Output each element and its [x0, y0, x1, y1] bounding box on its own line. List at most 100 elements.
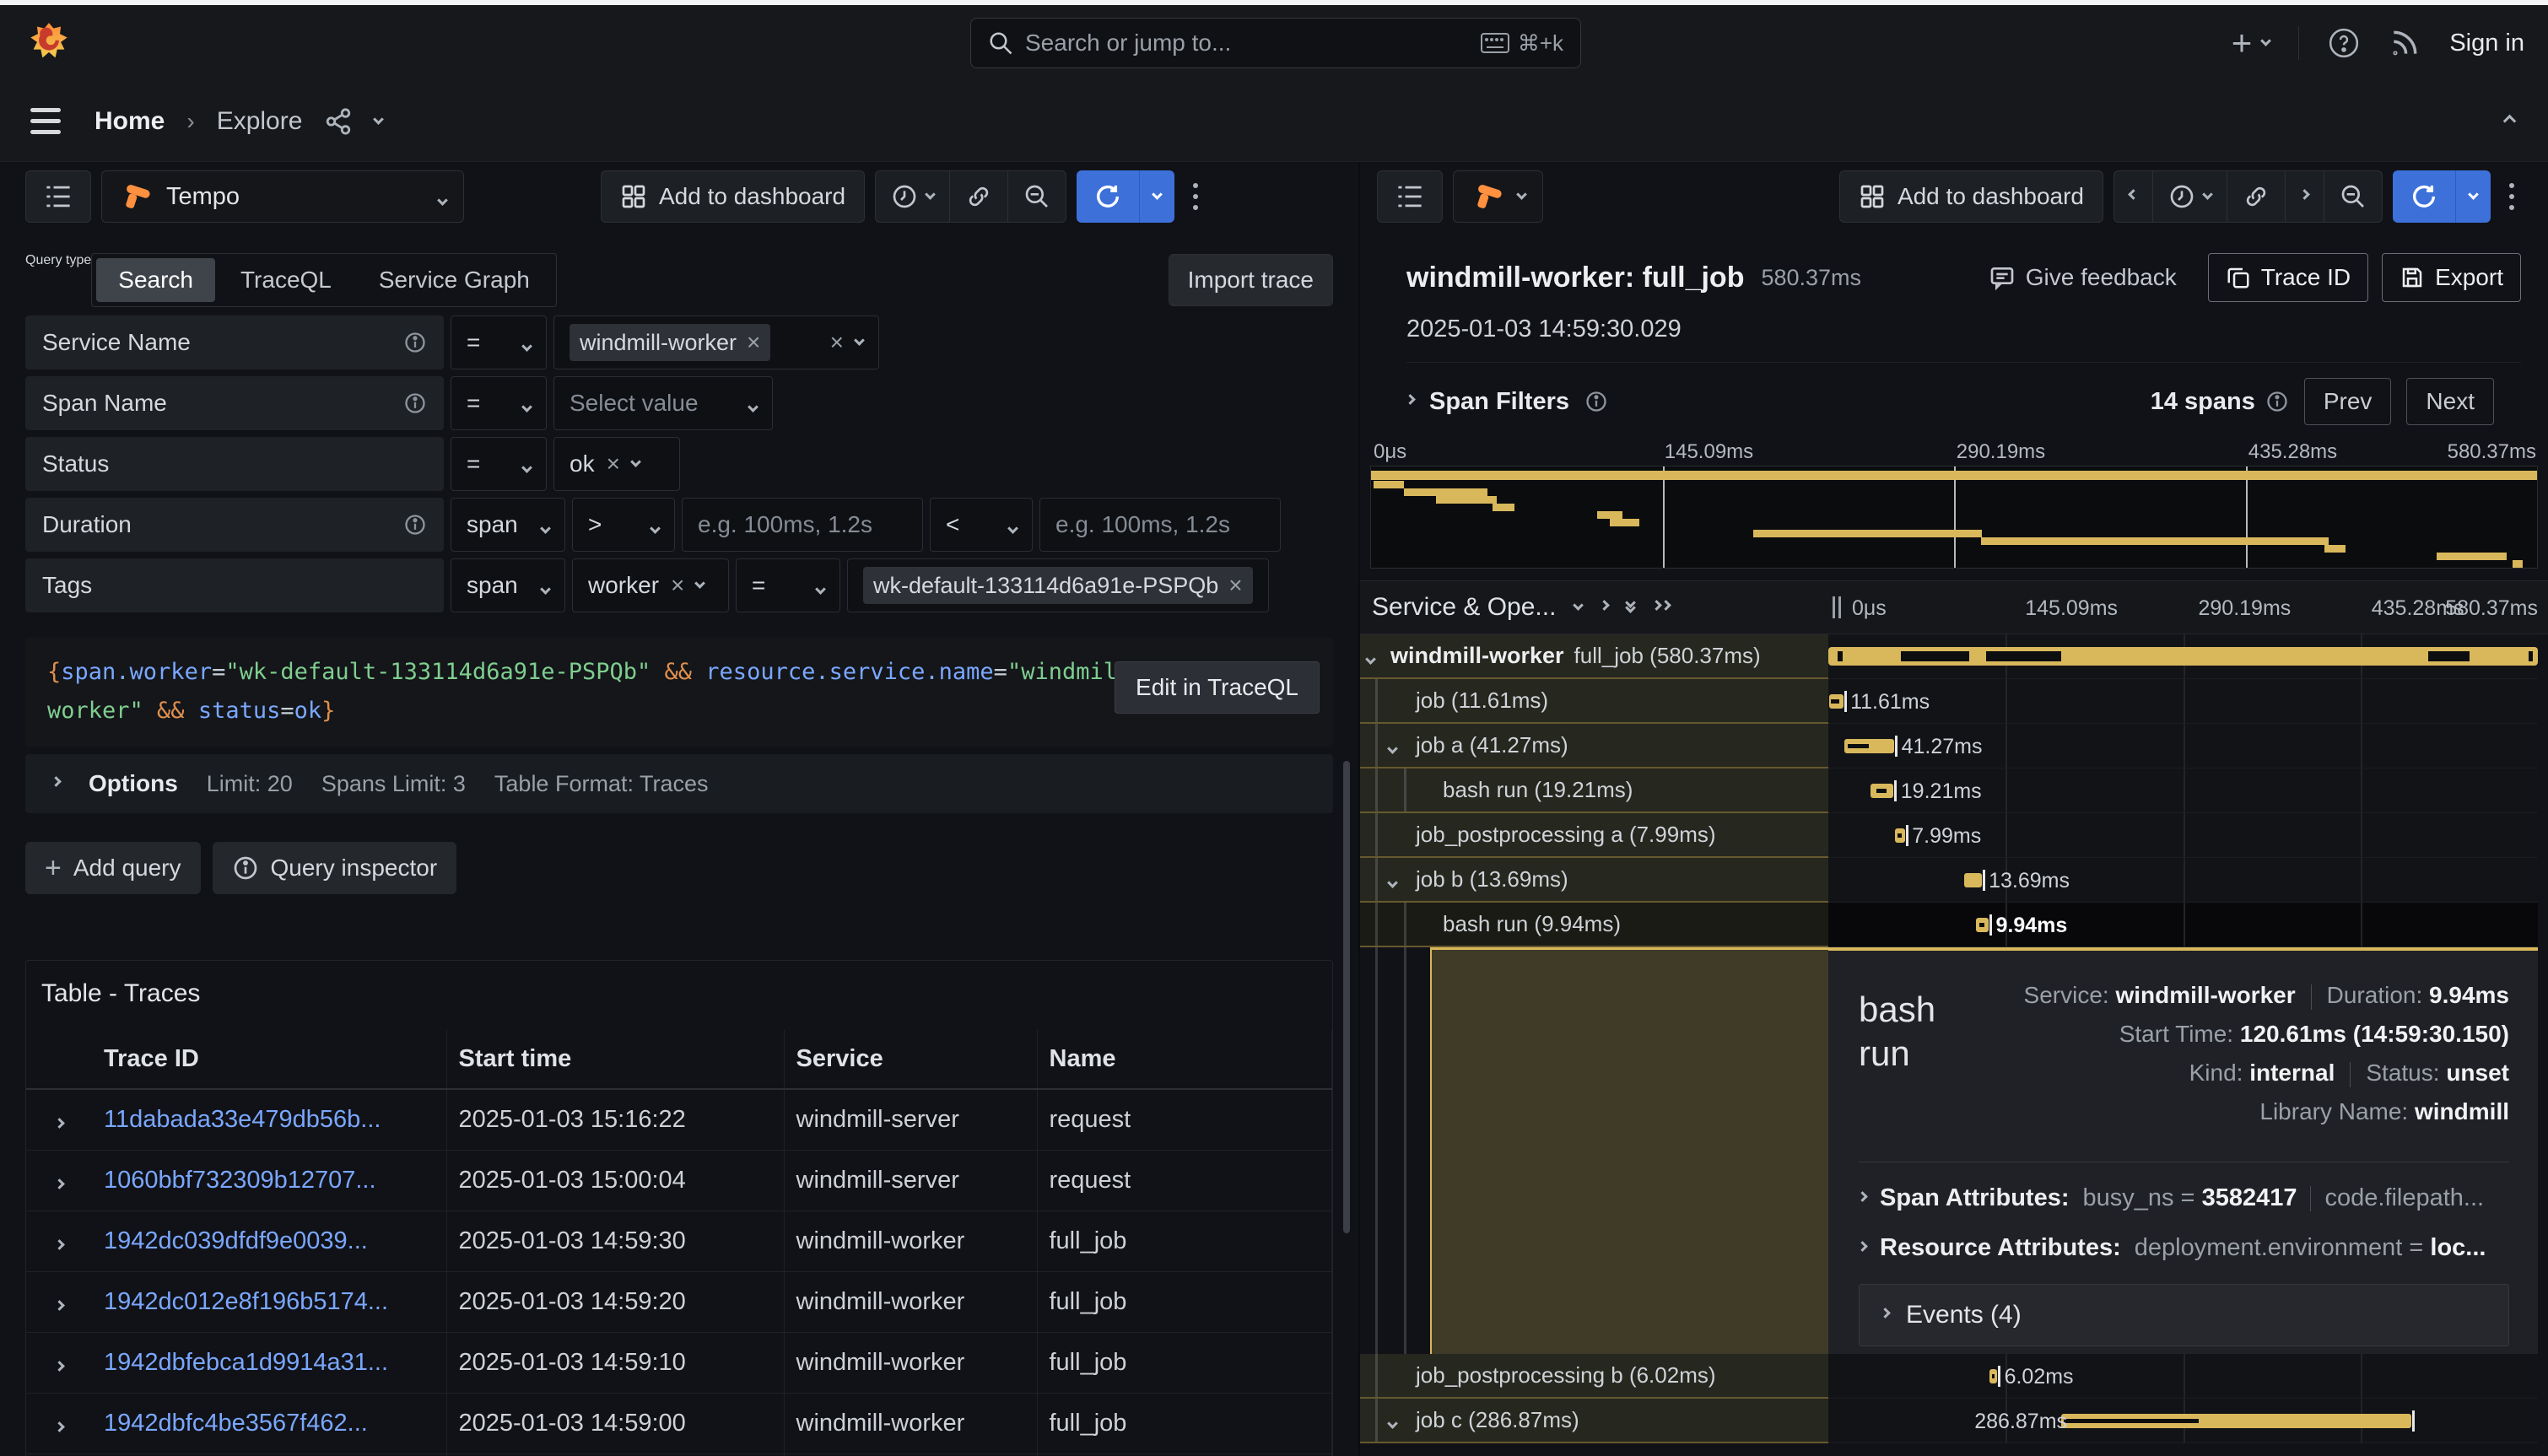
datasource-picker[interactable]: Tempo	[101, 170, 464, 223]
resource-attributes-accordion[interactable]: Resource Attributes: deployment.environm…	[1859, 1234, 2509, 1262]
next-span-button[interactable]: Next	[2406, 378, 2494, 425]
trace-link[interactable]: 1942dbfc4be3567f462...	[104, 1410, 368, 1437]
sign-in-button[interactable]: Sign in	[2449, 30, 2524, 57]
row-expander-icon[interactable]	[54, 1239, 65, 1250]
span-row[interactable]: bash run (19.21ms) 19.21ms	[1360, 768, 2548, 813]
collapse-panel-icon[interactable]	[2505, 113, 2514, 130]
service-name-chip[interactable]: windmill-worker×	[570, 324, 770, 361]
span-bar[interactable]	[1829, 694, 1844, 709]
trace-link[interactable]: 1942dc012e8f196b5174...	[104, 1288, 388, 1315]
service-name-operator-select[interactable]: =	[451, 315, 547, 369]
tab-search[interactable]: Search	[96, 258, 215, 302]
collapse-all-icon[interactable]	[1627, 603, 1634, 612]
row-expander-icon[interactable]	[54, 1178, 65, 1189]
link-split-button[interactable]	[2227, 171, 2286, 222]
remove-icon[interactable]: ×	[607, 450, 620, 477]
span-bar[interactable]	[1828, 647, 2538, 666]
news-rss-icon[interactable]	[2389, 27, 2421, 59]
selected-span-cell[interactable]	[1430, 947, 1828, 1354]
run-query-button[interactable]	[2393, 170, 2491, 223]
trace-link[interactable]: 1060bbf732309b12707...	[104, 1167, 376, 1194]
grafana-logo-icon[interactable]	[27, 21, 71, 65]
chevron-down-icon[interactable]	[1574, 600, 1584, 611]
import-trace-button[interactable]: Import trace	[1169, 254, 1333, 306]
trace-minimap[interactable]: 0μs 145.09ms 290.19ms 435.28ms 580.37ms	[1370, 440, 2538, 569]
zoom-out-button[interactable]	[2324, 171, 2382, 222]
tag-key-select[interactable]: worker ×	[572, 558, 729, 612]
link-split-button[interactable]	[950, 171, 1008, 222]
span-filters-label[interactable]: Span Filters	[1429, 388, 1569, 416]
breadcrumb-home[interactable]: Home	[94, 107, 165, 136]
run-query-button[interactable]	[1077, 170, 1174, 223]
collapse-icon[interactable]	[1389, 1407, 1396, 1433]
span-row[interactable]: job_postprocessing a (7.99ms) 7.99ms	[1360, 813, 2548, 858]
duration-lt-select[interactable]: <	[930, 498, 1033, 552]
more-options-button[interactable]	[2501, 183, 2523, 210]
add-query-button[interactable]: + Add query	[25, 842, 201, 894]
share-icon[interactable]	[324, 107, 353, 136]
time-picker-button[interactable]	[2153, 171, 2227, 222]
give-feedback-button[interactable]: Give feedback	[1971, 253, 2194, 302]
search-input[interactable]: Search or jump to... ⌘+k	[970, 18, 1581, 68]
span-name-operator-select[interactable]: =	[451, 376, 547, 430]
remove-icon[interactable]: ×	[747, 329, 760, 356]
column-resizer-handle[interactable]	[1828, 581, 1845, 634]
outline-toggle-button[interactable]	[25, 170, 91, 223]
tab-service-graph[interactable]: Service Graph	[357, 258, 552, 302]
col-trace-id[interactable]: Trace ID	[92, 1030, 446, 1089]
prev-span-button[interactable]: Prev	[2304, 378, 2392, 425]
more-options-button[interactable]	[1185, 183, 1207, 210]
trace-link[interactable]: 1942dbfebca1d9914a31...	[104, 1349, 388, 1376]
span-bar[interactable]	[1871, 784, 1894, 798]
row-expander-icon[interactable]	[54, 1118, 65, 1129]
collapse-one-icon[interactable]	[1600, 600, 1611, 611]
span-bar[interactable]	[1989, 1369, 1997, 1383]
status-operator-select[interactable]: =	[451, 437, 547, 491]
col-start-time[interactable]: Start time	[446, 1030, 784, 1089]
span-row[interactable]: job (11.61ms) 11.61ms	[1360, 679, 2548, 724]
span-row[interactable]: job b (13.69ms) 13.69ms	[1360, 858, 2548, 903]
events-accordion[interactable]: Events (4)	[1859, 1284, 2509, 1346]
time-picker-button[interactable]	[876, 171, 950, 222]
options-bar[interactable]: Options Limit: 20 Spans Limit: 3 Table F…	[25, 754, 1333, 813]
span-row[interactable]: job a (41.27ms) 41.27ms	[1360, 724, 2548, 768]
service-name-value-select[interactable]: windmill-worker× ×	[553, 315, 879, 369]
tag-value-chip[interactable]: wk-default-133114d6a91e-PSPQb×	[863, 567, 1253, 604]
remove-icon[interactable]: ×	[1228, 572, 1242, 599]
tag-value-select[interactable]: wk-default-133114d6a91e-PSPQb×	[847, 558, 1269, 612]
scrollbar-thumb[interactable]	[1343, 761, 1350, 1233]
collapse-icon[interactable]	[1367, 643, 1374, 669]
trace-link[interactable]: 1942dc039dfdf9e0039...	[104, 1227, 368, 1254]
clear-icon[interactable]: ×	[830, 329, 844, 356]
new-button[interactable]: +	[2232, 23, 2270, 63]
span-row[interactable]: job_postprocessing b (6.02ms) 6.02ms	[1360, 1354, 2548, 1399]
col-service[interactable]: Service	[784, 1030, 1037, 1089]
span-row-root[interactable]: windmill-worker full_job (580.37ms)	[1360, 634, 2548, 679]
row-expander-icon[interactable]	[54, 1421, 65, 1432]
tab-traceql[interactable]: TraceQL	[219, 258, 354, 302]
chevron-down-icon[interactable]	[374, 114, 385, 125]
shift-time-back-button[interactable]	[2114, 171, 2153, 222]
remove-icon[interactable]: ×	[671, 572, 684, 599]
edit-in-traceql-button[interactable]: Edit in TraceQL	[1115, 661, 1320, 714]
chevron-right-icon[interactable]	[1405, 394, 1416, 405]
minimap-canvas[interactable]	[1370, 466, 2538, 569]
tag-operator-select[interactable]: =	[736, 558, 840, 612]
span-bar[interactable]	[1895, 828, 1905, 843]
breadcrumb-explore[interactable]: Explore	[217, 107, 303, 136]
add-to-dashboard-button[interactable]: Add to dashboard	[1839, 170, 2103, 223]
span-bar[interactable]	[1844, 739, 1895, 753]
col-name[interactable]: Name	[1037, 1030, 1332, 1089]
menu-toggle-button[interactable]	[30, 108, 61, 134]
span-bar[interactable]	[1976, 918, 1989, 932]
trace-id-button[interactable]: Trace ID	[2208, 253, 2368, 302]
collapse-icon[interactable]	[1389, 732, 1396, 758]
duration-min-input[interactable]: e.g. 100ms, 1.2s	[682, 498, 923, 552]
span-name-value-select[interactable]: Select value	[553, 376, 773, 430]
query-inspector-button[interactable]: Query inspector	[213, 842, 457, 894]
duration-gt-select[interactable]: >	[572, 498, 675, 552]
expand-all-icon[interactable]	[1653, 606, 1670, 609]
service-operation-column-header[interactable]: Service & Ope...	[1372, 593, 1556, 622]
tag-scope-select[interactable]: span	[451, 558, 565, 612]
outline-toggle-button[interactable]	[1377, 170, 1443, 223]
